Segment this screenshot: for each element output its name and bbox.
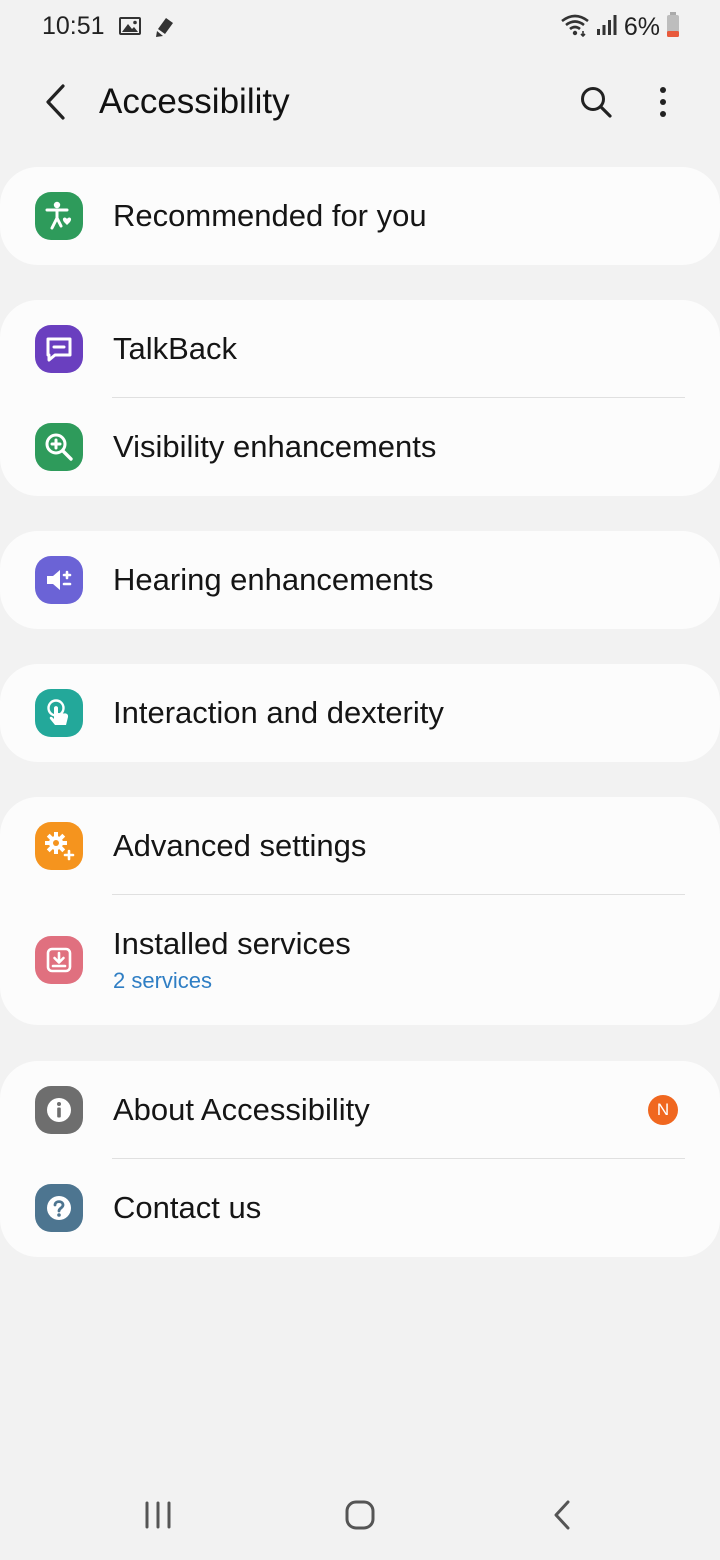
status-bar: 10:51 6% (0, 0, 720, 56)
status-time: 10:51 (42, 12, 105, 40)
gear-plus-icon (35, 822, 83, 870)
battery-percent: 6% (623, 13, 660, 41)
home-button[interactable] (330, 1492, 390, 1542)
list-item-recommended[interactable]: Recommended for you (0, 167, 720, 265)
card-recommended: Recommended for you (0, 167, 720, 265)
item-sublabel: 2 services (113, 968, 213, 993)
battery-low-icon (666, 12, 680, 43)
list-item-about[interactable]: About Accessibility N (0, 1061, 720, 1159)
magnifier-plus-icon (35, 423, 83, 471)
card-interaction: Interaction and dexterity (0, 664, 720, 762)
item-label: Recommended for you (113, 198, 427, 233)
list-item-contact[interactable]: Contact us (0, 1159, 720, 1257)
list-item-talkback[interactable]: TalkBack (0, 300, 720, 398)
item-label: About Accessibility (113, 1092, 370, 1127)
nav-back-icon (552, 1500, 572, 1535)
list-item-advanced-settings[interactable]: Advanced settings (0, 797, 720, 895)
status-right: 6% (560, 12, 680, 43)
status-left-icons (118, 15, 176, 44)
list-item-installed-services[interactable]: Installed services 2 services (0, 895, 720, 1025)
item-label: Hearing enhancements (113, 562, 434, 597)
more-options-button[interactable] (644, 82, 682, 126)
card-about: About Accessibility N Contact us (0, 1061, 720, 1257)
info-icon (35, 1086, 83, 1134)
card-advanced: Advanced settings Installed services 2 s… (0, 797, 720, 1025)
recents-icon (143, 1501, 173, 1534)
screen: 10:51 6% Accessibility Recommended for y… (0, 0, 720, 1560)
search-icon (579, 85, 613, 124)
image-icon (118, 15, 142, 44)
download-box-icon (35, 936, 83, 984)
speaker-plus-icon (35, 556, 83, 604)
list-item-interaction[interactable]: Interaction and dexterity (0, 664, 720, 762)
page-title: Accessibility (99, 82, 290, 121)
list-item-visibility[interactable]: Visibility enhancements (0, 398, 720, 496)
card-vision: TalkBack Visibility enhancements (0, 300, 720, 496)
navigation-bar (0, 1470, 720, 1560)
item-label: Contact us (113, 1190, 262, 1225)
wifi-icon (560, 13, 590, 42)
recents-button[interactable] (128, 1492, 188, 1542)
new-badge: N (648, 1095, 678, 1125)
signal-icon (596, 13, 618, 42)
hand-touch-icon (35, 689, 83, 737)
list-item-hearing[interactable]: Hearing enhancements (0, 531, 720, 629)
search-button[interactable] (574, 82, 618, 126)
more-vertical-icon (659, 86, 667, 123)
item-label: Installed services (113, 926, 351, 961)
talkback-chat-icon (35, 325, 83, 373)
nav-back-button[interactable] (532, 1492, 592, 1542)
accessibility-person-icon (35, 192, 83, 240)
home-icon (344, 1500, 376, 1535)
item-label: TalkBack (113, 331, 238, 366)
item-label: Interaction and dexterity (113, 695, 444, 730)
question-icon (35, 1184, 83, 1232)
card-hearing: Hearing enhancements (0, 531, 720, 629)
pen-notification-icon (152, 15, 176, 44)
item-label: Visibility enhancements (113, 429, 437, 464)
app-bar: Accessibility (0, 64, 720, 144)
back-button[interactable] (36, 82, 76, 126)
item-label: Advanced settings (113, 828, 367, 863)
back-arrow-icon (43, 83, 69, 126)
